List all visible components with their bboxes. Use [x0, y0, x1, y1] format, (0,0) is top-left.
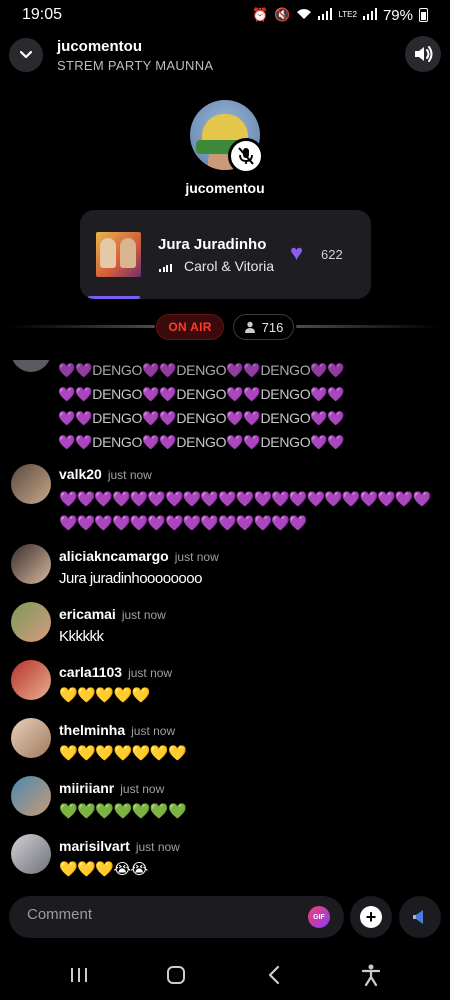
status-bar: 19:05 ⏰ 🔇 LTE2 79% [0, 0, 450, 30]
avatar[interactable] [11, 718, 51, 758]
recent-apps-button[interactable] [59, 955, 99, 995]
wifi-icon [296, 8, 312, 23]
recent-apps-icon [70, 968, 87, 982]
comment-input[interactable] [27, 906, 297, 923]
chat-text: 💜💜💜💜💜💜💜💜💜💜💜💜💜💜💜💜💜💜💜💜💜💜💜💜💜💜💜💜💜💜💜💜💜💜💜 [59, 491, 431, 532]
chat-text: 💚💚💚💚💚💚💚 [59, 803, 187, 820]
sound-button[interactable] [405, 36, 441, 72]
chat-timestamp: just now [120, 782, 165, 796]
chat-timestamp: just now [131, 724, 176, 738]
plus-icon: + [360, 906, 382, 928]
battery-icon [419, 8, 428, 22]
megaphone-icon [413, 910, 423, 924]
chat-username[interactable]: miiriianr [59, 780, 114, 796]
avatar[interactable] [11, 776, 51, 816]
gif-button[interactable]: GIF [308, 906, 330, 928]
system-nav-bar [0, 950, 450, 1000]
chat-timestamp: just now [107, 468, 152, 482]
chat-username[interactable]: marisilvart [59, 838, 130, 854]
signal-2-icon [362, 7, 377, 23]
speak-button[interactable] [399, 896, 441, 938]
accessibility-icon [362, 964, 381, 986]
song-artist: Carol & Vitoria [184, 258, 275, 274]
song-title: Jura Juradinho [158, 236, 267, 253]
speaker-icon [415, 46, 433, 62]
avatar [11, 360, 51, 372]
chat-text-line: 💜💜DENGO💜💜DENGO💜💜DENGO💜💜 [58, 434, 345, 450]
chat-timestamp: just now [121, 608, 166, 622]
divider-right [296, 325, 442, 328]
listener-count: 716 [261, 319, 284, 335]
minimize-button[interactable] [9, 38, 43, 72]
back-button[interactable] [254, 955, 294, 995]
header-host-name: jucomentou [57, 38, 142, 55]
alarm-icon: ⏰ [252, 7, 269, 22]
chat-text: Jura juradinhoooooooo [59, 570, 202, 587]
host-caption: jucomentou [185, 180, 265, 196]
mute-icon: 🔇 [274, 7, 291, 22]
chat-timestamp: just now [174, 550, 219, 564]
home-icon [167, 966, 186, 984]
mic-muted-badge [228, 138, 264, 174]
user-icon [244, 321, 255, 333]
divider-left [8, 325, 155, 328]
status-icons: ⏰ 🔇 LTE2 79% [252, 7, 428, 24]
signal-icon [318, 7, 333, 23]
room-header: jucomentou STREM PARTY MAUNNA [0, 34, 450, 78]
album-art [96, 232, 141, 277]
chat-text: 💛💛💛😭😭 [59, 861, 148, 878]
song-progress-bar [88, 296, 141, 299]
avatar[interactable] [11, 834, 51, 874]
chat-feed[interactable]: 💜💜DENGO💜💜DENGO💜💜DENGO💜💜 💜💜DENGO💜💜DENGO💜💜… [0, 360, 450, 885]
chat-username[interactable]: thelminha [59, 722, 125, 738]
like-count: 622 [321, 247, 343, 262]
on-air-badge: ON AIR [156, 314, 224, 340]
home-button[interactable] [156, 955, 196, 995]
chat-text: Kkkkkk [59, 628, 104, 645]
avatar[interactable] [11, 464, 51, 504]
chat-timestamp: just now [135, 840, 180, 854]
now-playing-card[interactable]: Jura Juradinho Carol & Vitoria ♥ 622 [80, 210, 371, 299]
back-chevron-icon [268, 965, 279, 985]
mic-off-icon [238, 147, 254, 165]
chat-text-line: 💜💜DENGO💜💜DENGO💜💜DENGO💜💜 [58, 362, 345, 378]
chevron-down-icon [19, 50, 33, 59]
chat-username[interactable]: carla1103 [59, 664, 122, 680]
status-time: 19:05 [22, 6, 63, 23]
add-button[interactable]: + [350, 896, 392, 938]
chat-text: 💛💛💛💛💛 [59, 687, 150, 704]
battery-percent: 79% [382, 6, 413, 24]
room-title: STREM PARTY MAUNNA [57, 58, 214, 73]
network-label: LTE2 [338, 10, 357, 19]
chat-text-line: 💜💜DENGO💜💜DENGO💜💜DENGO💜💜 [58, 410, 345, 426]
avatar[interactable] [11, 602, 51, 642]
avatar[interactable] [11, 660, 51, 700]
comment-box: GIF [9, 896, 344, 938]
equalizer-icon [159, 264, 172, 272]
chat-timestamp: just now [128, 666, 173, 680]
chat-text-line: 💜💜DENGO💜💜DENGO💜💜DENGO💜💜 [58, 386, 345, 402]
chat-text: 💛💛💛💛💛💛💛 [59, 745, 187, 762]
chat-username[interactable]: aliciakncamargo [59, 548, 169, 564]
chat-username[interactable]: ericamai [59, 606, 116, 622]
chat-username[interactable]: valk20 [59, 466, 102, 482]
accessibility-button[interactable] [351, 955, 391, 995]
heart-icon[interactable]: ♥ [290, 242, 303, 264]
avatar[interactable] [11, 544, 51, 584]
listener-count-badge[interactable]: 716 [233, 314, 294, 340]
